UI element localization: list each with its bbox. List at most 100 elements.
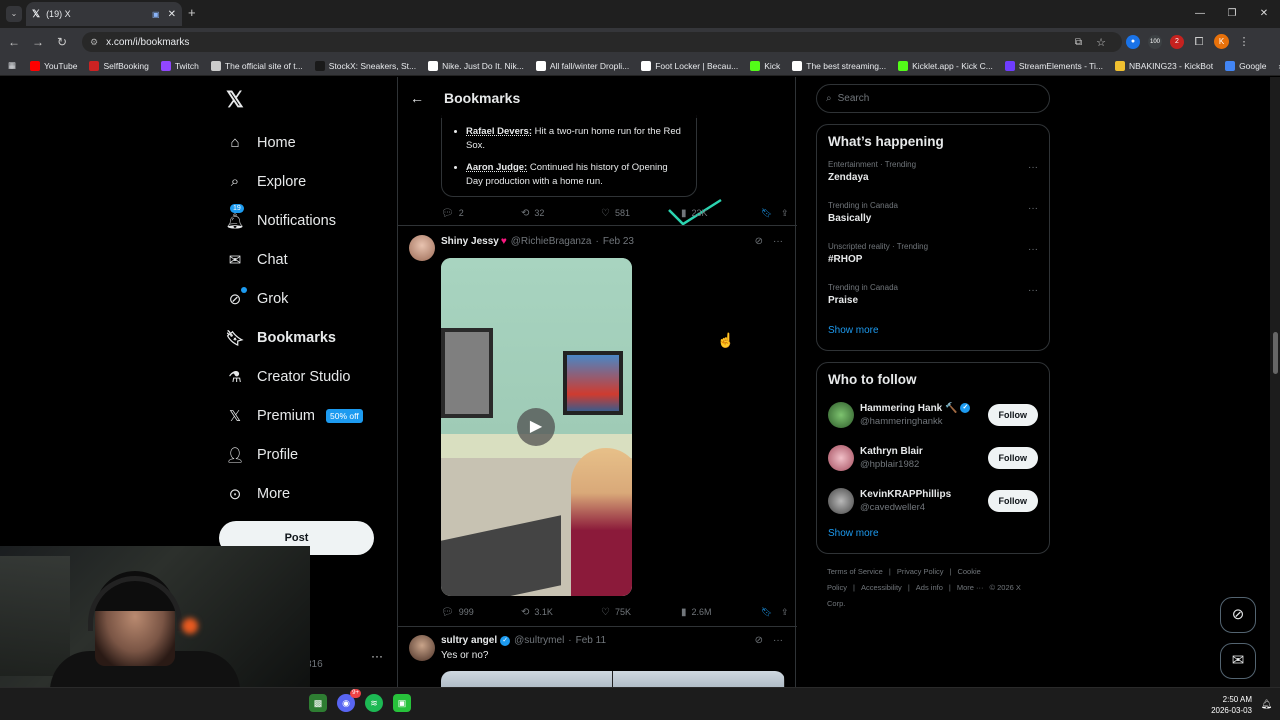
bookmark-button[interactable]: 🔖︎ xyxy=(761,208,781,219)
reply-button[interactable]: 💬︎ 2 xyxy=(441,208,521,219)
more-icon[interactable]: ··· xyxy=(1028,162,1038,173)
search-input[interactable]: ⌕ Search xyxy=(816,84,1050,113)
bookmark-item[interactable]: Twitch xyxy=(160,60,199,71)
bookmark-item[interactable]: The best streaming... xyxy=(792,60,886,71)
extensions-puzzle-icon[interactable]: ⧠ xyxy=(1192,35,1206,49)
follow-suggestion[interactable]: Kathryn Blair @hpblair1982 Follow xyxy=(817,436,1049,479)
x-logo[interactable]: 𝕏 xyxy=(226,87,244,113)
nav-premium[interactable]: 𝕏 Premium 50% off xyxy=(224,396,363,435)
grok-icon[interactable]: ⊘ xyxy=(755,635,763,646)
bookmark-item[interactable]: Kick xyxy=(750,60,780,71)
bookmark-item[interactable]: SelfBooking xyxy=(89,60,149,71)
back-button[interactable]: ← xyxy=(2,35,26,49)
footer-link[interactable]: Ads info xyxy=(916,583,943,592)
play-icon[interactable]: ▶ xyxy=(517,408,555,446)
avatar[interactable] xyxy=(409,235,435,261)
nav-profile[interactable]: 👤︎ Profile xyxy=(224,435,363,474)
more-icon[interactable]: ··· xyxy=(1028,285,1038,296)
messages-floating-button[interactable]: ✉ xyxy=(1220,643,1256,679)
post-date[interactable]: Feb 23 xyxy=(603,236,634,247)
show-more-link[interactable]: Show more xyxy=(817,522,1049,547)
share-button[interactable]: ⇪ xyxy=(781,208,795,219)
reply-button[interactable]: 💬︎ 999 xyxy=(441,607,521,618)
author-handle[interactable]: @RichieBraganza xyxy=(511,236,592,247)
bookmark-item[interactable]: StockX: Sneakers, St... xyxy=(314,60,416,71)
nav-home[interactable]: ⌂ Home xyxy=(224,123,363,162)
nav-grok[interactable]: ⊘ Grok xyxy=(224,279,363,318)
app-icon[interactable]: ▣ xyxy=(393,694,411,712)
back-arrow-icon[interactable]: ← xyxy=(410,90,424,106)
footer-link[interactable]: Accessibility xyxy=(861,583,902,592)
more-icon[interactable]: ··· xyxy=(1028,203,1038,214)
avatar[interactable] xyxy=(828,401,854,428)
bookmark-item[interactable]: All fall/winter Dropli... xyxy=(535,60,629,71)
minimize-button[interactable]: — xyxy=(1184,0,1216,28)
nav-chat[interactable]: ✉ Chat xyxy=(224,240,363,279)
url-text[interactable]: x.com/i/bookmarks xyxy=(106,37,189,48)
extension-icon[interactable]: ● xyxy=(1126,34,1140,49)
bookmark-item[interactable]: The official site of t... xyxy=(210,60,303,71)
restore-button[interactable]: ❐ xyxy=(1216,0,1248,28)
apps-grid-icon[interactable]: ▦ xyxy=(8,60,16,71)
tab-close-icon[interactable]: ✕ xyxy=(168,9,176,20)
page-scrollbar[interactable] xyxy=(1270,77,1280,687)
video-player[interactable]: ▶ xyxy=(441,258,632,596)
extension-counter-icon[interactable]: 100 xyxy=(1148,34,1162,49)
avatar[interactable] xyxy=(828,487,854,514)
more-icon[interactable]: ··· xyxy=(1028,244,1038,255)
show-more-link[interactable]: Show more xyxy=(817,319,1049,344)
nav-bookmarks[interactable]: 🔖︎ Bookmarks xyxy=(224,318,363,357)
trend-item[interactable]: Entertainment · Trending Zendaya ··· xyxy=(817,155,1049,196)
grok-floating-button[interactable]: ⊘ xyxy=(1220,597,1256,633)
nav-creator-studio[interactable]: ⚗ Creator Studio xyxy=(224,357,363,396)
bookmark-item[interactable]: Nike. Just Do It. Nik... xyxy=(428,60,524,71)
new-tab-button[interactable]: + xyxy=(188,5,196,20)
footer-link[interactable]: Terms of Service xyxy=(827,567,883,576)
extension-badge-icon[interactable]: 2 xyxy=(1170,34,1184,49)
notification-center-icon[interactable]: 🔔︎ xyxy=(1261,699,1272,710)
avatar[interactable] xyxy=(409,635,435,661)
tab-media-icon[interactable]: ▣ xyxy=(152,10,160,19)
media-image[interactable] xyxy=(441,671,613,687)
system-clock[interactable]: 2:50 AM 2026-03-03 xyxy=(1211,694,1252,716)
grok-icon[interactable]: ⊘ xyxy=(755,236,763,247)
footer-link[interactable]: Privacy Policy xyxy=(897,567,944,576)
views-button[interactable]: ▮ 2.6M xyxy=(681,607,761,618)
quoted-post-card[interactable]: Rafael Devers: Hit a two-run home run fo… xyxy=(441,115,722,226)
profile-avatar[interactable]: K xyxy=(1214,34,1229,49)
media-image[interactable] xyxy=(613,671,785,687)
post-media-grid[interactable] xyxy=(441,671,785,687)
bookmark-item[interactable]: Google xyxy=(1225,60,1266,71)
omnibox[interactable]: ⚙ x.com/i/bookmarks ⧉ ☆ xyxy=(82,32,1122,52)
site-info-icon[interactable]: ⚙ xyxy=(90,37,98,48)
like-button[interactable]: ♡ 75K xyxy=(601,607,681,618)
author-handle[interactable]: @sultrymel xyxy=(514,635,564,646)
nav-more[interactable]: ⊙ More xyxy=(224,474,363,513)
spotify-icon[interactable]: ≋ xyxy=(365,694,383,712)
more-icon[interactable]: ··· xyxy=(773,236,783,247)
trend-item[interactable]: Unscripted reality · Trending #RHOP ··· xyxy=(817,237,1049,278)
follow-suggestion[interactable]: Hammering Hank 🔨 ✓ @hammeringhankk Follow xyxy=(817,393,1049,436)
suggestion-name[interactable]: KevinKRAPPhillips xyxy=(860,489,951,500)
account-menu-icon[interactable]: ··· xyxy=(371,649,383,663)
views-button[interactable]: ▮ 23K xyxy=(681,208,761,219)
bookmark-button[interactable]: 🔖︎ xyxy=(761,607,781,618)
bookmark-item[interactable]: StreamElements - Ti... xyxy=(1004,60,1103,71)
scrollbar-thumb[interactable] xyxy=(1273,332,1278,374)
minecraft-icon[interactable]: ▩ xyxy=(309,694,327,712)
discord-icon[interactable]: ◉ 9+ xyxy=(337,689,361,712)
suggestion-name[interactable]: Hammering Hank 🔨 xyxy=(860,403,957,414)
nav-explore[interactable]: ⌕ Explore xyxy=(224,162,363,201)
post-author[interactable]: sultry angel ✓ @sultrymel · Feb 11 xyxy=(441,635,606,646)
repost-button[interactable]: ⟲ 3.1K xyxy=(521,607,601,618)
author-name[interactable]: sultry angel xyxy=(441,635,497,646)
trend-item[interactable]: Trending in Canada Basically ··· xyxy=(817,196,1049,237)
reload-button[interactable]: ↻ xyxy=(50,35,74,49)
install-app-icon[interactable]: ⧉ xyxy=(1075,37,1082,48)
tab-search-button[interactable]: ⌄ xyxy=(6,6,22,22)
post-author[interactable]: Shiny Jessy ♥ @RichieBraganza · Feb 23 xyxy=(441,236,634,247)
trend-item[interactable]: Trending in Canada Praise ··· xyxy=(817,278,1049,319)
suggestion-name[interactable]: Kathryn Blair xyxy=(860,446,923,457)
footer-link[interactable]: More ··· xyxy=(957,583,984,592)
follow-button[interactable]: Follow xyxy=(987,489,1038,512)
